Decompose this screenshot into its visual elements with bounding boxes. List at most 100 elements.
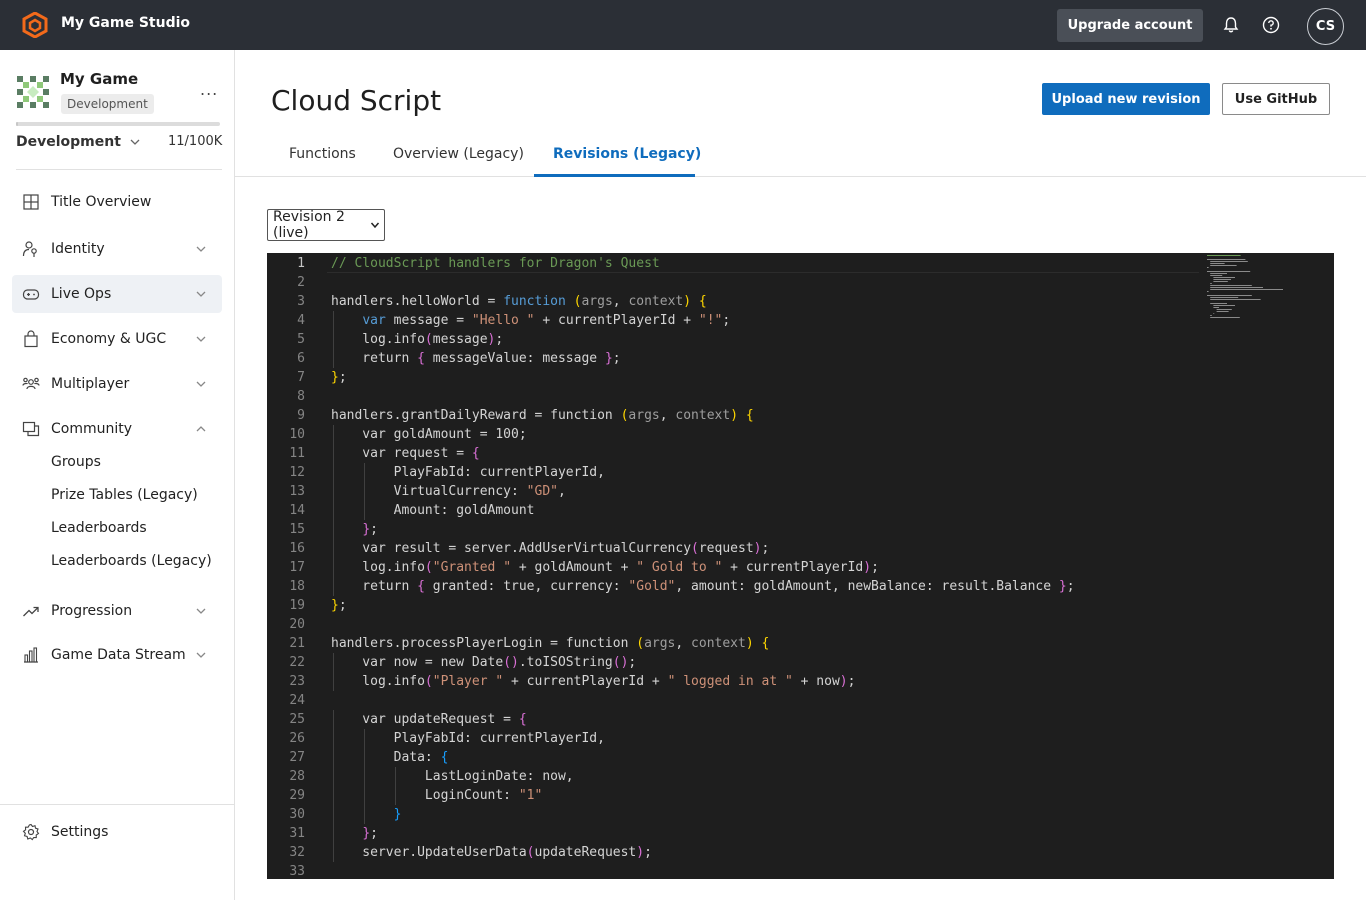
code-line[interactable]: 17 log.info("Granted " + goldAmount + " … xyxy=(267,558,1207,577)
upload-new-revision-button[interactable]: Upload new revision xyxy=(1042,83,1210,115)
sidebar-item-game-data-stream[interactable]: Game Data Stream xyxy=(12,636,222,674)
minimap-line xyxy=(1210,265,1237,266)
code-line[interactable]: 23 log.info("Player " + currentPlayerId … xyxy=(267,672,1207,691)
code-minimap[interactable] xyxy=(1207,255,1307,325)
code-line[interactable]: 8 xyxy=(267,387,1207,406)
sidebar-subitem-groups[interactable]: Groups xyxy=(51,454,101,470)
sidebar-item-settings[interactable]: Settings xyxy=(12,813,222,851)
tab-revisions-legacy[interactable]: Revisions (Legacy) xyxy=(553,146,701,162)
divider xyxy=(0,804,234,805)
code-line[interactable]: 3 handlers.helloWorld = function (args, c… xyxy=(267,292,1207,311)
minimap-line xyxy=(1210,261,1248,262)
code-text: LastLoginDate: now, xyxy=(331,769,574,784)
code-editor[interactable]: 1 // CloudScript handlers for Dragon's Qu… xyxy=(267,253,1334,879)
code-line[interactable]: 4 var message = "Hello " + currentPlayer… xyxy=(267,311,1207,330)
tab-overview-legacy[interactable]: Overview (Legacy) xyxy=(393,146,524,162)
shopping-bag-icon xyxy=(24,330,38,348)
code-line[interactable]: 12 PlayFabId: currentPlayerId, xyxy=(267,463,1207,482)
line-number: 2 xyxy=(297,275,305,290)
code-line[interactable]: 29 LoginCount: "1" xyxy=(267,786,1207,805)
code-line[interactable]: 18 return { granted: true, currency: "Go… xyxy=(267,577,1207,596)
avatar[interactable]: CS xyxy=(1307,8,1344,45)
sidebar-item-title-overview[interactable]: Title Overview xyxy=(12,183,222,221)
code-line[interactable]: 22 var now = new Date().toISOString(); xyxy=(267,653,1207,672)
sidebar-subitem-prize-tables-legacy[interactable]: Prize Tables (Legacy) xyxy=(51,487,198,503)
minimap-line xyxy=(1207,271,1251,272)
environment-select-label: Development xyxy=(16,134,121,150)
code-line[interactable]: 32 server.UpdateUserData(updateRequest); xyxy=(267,843,1207,862)
code-line[interactable]: 7}; xyxy=(267,368,1207,387)
code-line[interactable]: 14 Amount: goldAmount xyxy=(267,501,1207,520)
code-text: return { granted: true, currency: "Gold"… xyxy=(331,579,1075,594)
indent-guide xyxy=(333,748,334,767)
code-line[interactable]: 24 xyxy=(267,691,1207,710)
sidebar-item-community[interactable]: Community xyxy=(12,410,222,448)
code-line[interactable]: 2 xyxy=(267,273,1207,292)
sidebar-item-label: Community xyxy=(51,421,133,437)
minimap-line xyxy=(1213,307,1219,308)
code-line[interactable]: 28 LastLoginDate: now, xyxy=(267,767,1207,786)
game-icon xyxy=(17,76,49,108)
sidebar-item-identity[interactable]: Identity xyxy=(12,230,222,268)
line-number: 18 xyxy=(289,579,305,594)
code-line[interactable]: 20 xyxy=(267,615,1207,634)
sidebar-subitem-leaderboards[interactable]: Leaderboards xyxy=(51,520,147,536)
playfab-logo-icon[interactable] xyxy=(22,12,48,38)
code-text: log.info("Granted " + goldAmount + " Gol… xyxy=(331,560,879,575)
minimap-line xyxy=(1207,255,1241,256)
code-line[interactable]: 16 var result = server.AddUserVirtualCur… xyxy=(267,539,1207,558)
help-icon[interactable] xyxy=(1261,15,1281,35)
sidebar-subitem-leaderboards-legacy[interactable]: Leaderboards (Legacy) xyxy=(51,553,212,569)
sidebar-item-live-ops[interactable]: Live Ops xyxy=(12,275,222,313)
line-number: 16 xyxy=(289,541,305,556)
bell-icon[interactable] xyxy=(1221,15,1241,35)
line-number: 8 xyxy=(297,389,305,404)
code-line[interactable]: 13 VirtualCurrency: "GD", xyxy=(267,482,1207,501)
code-line[interactable]: 27 Data: { xyxy=(267,748,1207,767)
sidebar-item-multiplayer[interactable]: Multiplayer xyxy=(12,365,222,403)
tab-bar: Functions Overview (Legacy) Revisions (L… xyxy=(235,130,1366,177)
code-line[interactable]: 21 handlers.processPlayerLogin = function… xyxy=(267,634,1207,653)
code-line[interactable]: 11 var request = { xyxy=(267,444,1207,463)
code-line[interactable]: 9 handlers.grantDailyReward = function (a… xyxy=(267,406,1207,425)
sidebar-item-progression[interactable]: Progression xyxy=(12,592,222,630)
indent-guide xyxy=(333,710,334,729)
code-line[interactable]: 25 var updateRequest = { xyxy=(267,710,1207,729)
code-line[interactable]: 1 // CloudScript handlers for Dragon's Qu… xyxy=(267,254,1207,273)
minimap-line xyxy=(1216,311,1229,312)
minimap-line xyxy=(1210,303,1227,304)
indent-guide xyxy=(395,786,396,805)
line-number: 14 xyxy=(289,503,305,518)
code-line[interactable]: 33 xyxy=(267,862,1207,879)
code-line[interactable]: 6 return { messageValue: message }; xyxy=(267,349,1207,368)
line-number: 9 xyxy=(297,408,305,423)
revision-select[interactable]: Revision 2 (live) xyxy=(267,209,385,241)
studio-name[interactable]: My Game Studio xyxy=(61,15,190,31)
code-line[interactable]: 26 PlayFabId: currentPlayerId, xyxy=(267,729,1207,748)
indent-guide xyxy=(333,330,334,349)
code-line[interactable]: 10 var goldAmount = 100; xyxy=(267,425,1207,444)
tab-functions[interactable]: Functions xyxy=(289,146,356,162)
environment-select[interactable]: Development xyxy=(16,134,141,150)
line-number: 33 xyxy=(289,864,305,879)
game-name[interactable]: My Game xyxy=(60,70,138,88)
line-number: 31 xyxy=(289,826,305,841)
minimap-line xyxy=(1210,273,1227,274)
indent-guide xyxy=(333,444,334,463)
usage-count: 11/100K xyxy=(168,134,223,149)
chevron-down-icon xyxy=(196,608,206,614)
upgrade-account-button[interactable]: Upgrade account xyxy=(1057,9,1203,42)
more-options-button[interactable]: ... xyxy=(200,80,218,99)
minimap-line xyxy=(1207,267,1209,268)
code-line[interactable]: 5 log.info(message); xyxy=(267,330,1207,349)
sidebar-item-label: Progression xyxy=(51,603,133,619)
sidebar-item-economy-ugc[interactable]: Economy & UGC xyxy=(12,320,222,358)
sidebar-item-label: Live Ops xyxy=(51,286,112,302)
code-line[interactable]: 30 } xyxy=(267,805,1207,824)
code-line[interactable]: 19}; xyxy=(267,596,1207,615)
code-line[interactable]: 15 }; xyxy=(267,520,1207,539)
use-github-button[interactable]: Use GitHub xyxy=(1222,83,1330,115)
code-text: }; xyxy=(331,370,347,385)
code-line[interactable]: 31 }; xyxy=(267,824,1207,843)
code-text: log.info(message); xyxy=(331,332,504,347)
